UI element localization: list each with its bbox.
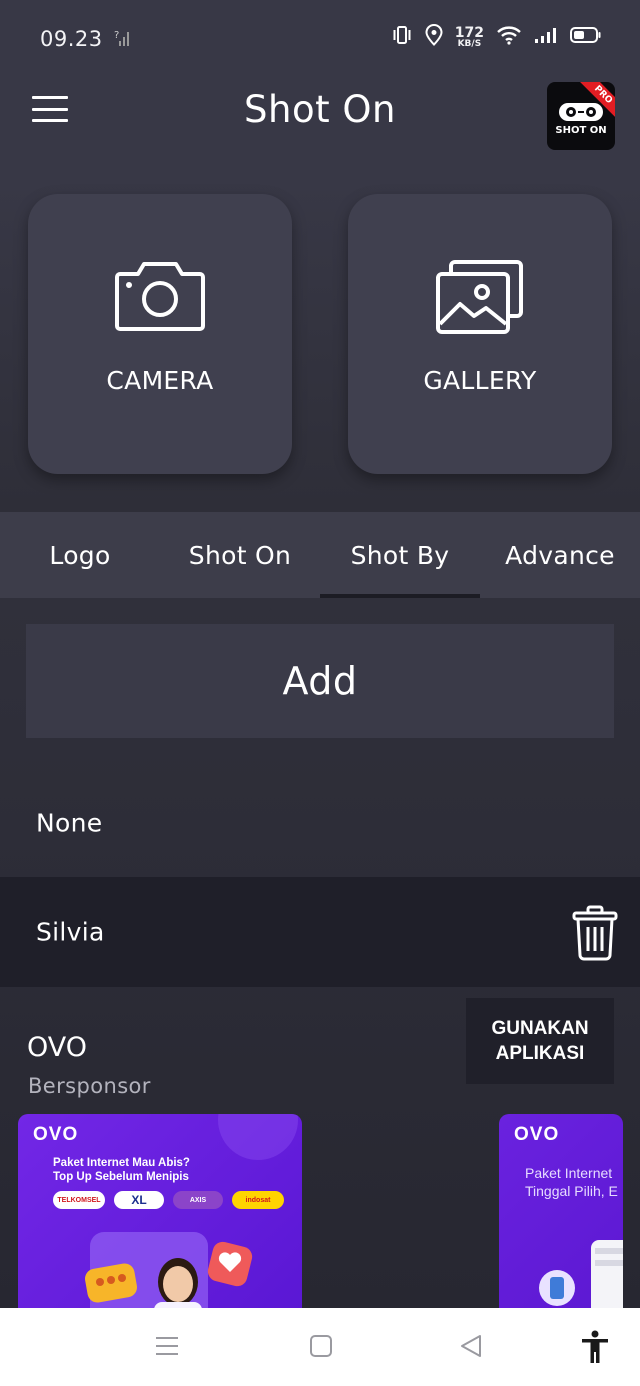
wifi-icon bbox=[496, 25, 522, 49]
ad-sponsored-label: Bersponsor bbox=[28, 1074, 151, 1098]
app-header: Shot On PRO SHOT ON bbox=[0, 78, 640, 178]
cta-line-2: APLIKASI bbox=[495, 1043, 585, 1064]
net-speed-value: 172 bbox=[454, 24, 484, 41]
ad-illustration bbox=[539, 1240, 623, 1314]
list-item[interactable]: Silvia bbox=[0, 877, 640, 987]
ad-card[interactable]: OVO Paket Internet Tinggal Pilih, E bbox=[499, 1114, 623, 1314]
list-item[interactable]: None bbox=[0, 768, 640, 878]
gallery-button[interactable]: GALLERY bbox=[348, 194, 612, 474]
recents-icon[interactable] bbox=[155, 1334, 179, 1362]
app-title: Shot On bbox=[244, 88, 396, 131]
net-speed: 172 KB/S bbox=[455, 26, 484, 49]
status-time: 09.23 bbox=[40, 27, 103, 51]
screen: 09.23 ? 172 KB/S Shot On PRO SHOT ON CAM… bbox=[0, 0, 640, 1386]
status-icons: 172 KB/S bbox=[391, 23, 602, 50]
home-icon[interactable] bbox=[309, 1334, 333, 1362]
sim-no-signal-icon: ? bbox=[114, 28, 132, 52]
gallery-label: GALLERY bbox=[423, 366, 537, 395]
shot-on-logo-icon bbox=[559, 103, 603, 121]
add-button[interactable]: Add bbox=[26, 624, 614, 738]
camera-button[interactable]: CAMERA bbox=[28, 194, 292, 474]
camera-label: CAMERA bbox=[106, 366, 214, 395]
list-item-label: Silvia bbox=[36, 917, 105, 947]
shot-by-panel: Add None Silvia OVO Bersponsor GUNAKAN A… bbox=[0, 598, 640, 1314]
cell-signal-icon bbox=[534, 26, 558, 48]
gallery-icon bbox=[348, 258, 612, 338]
camera-icon bbox=[28, 258, 292, 332]
battery-icon bbox=[570, 26, 602, 48]
tab-logo[interactable]: Logo bbox=[0, 512, 160, 598]
pro-badge-label: SHOT ON bbox=[555, 125, 607, 136]
tab-advance[interactable]: Advance bbox=[480, 512, 640, 598]
action-tiles: CAMERA GALLERY bbox=[0, 178, 640, 512]
install-app-button[interactable]: GUNAKAN APLIKASI bbox=[466, 998, 614, 1084]
trash-icon[interactable] bbox=[572, 905, 618, 965]
sponsored-ad: OVO Bersponsor GUNAKAN APLIKASI OVO Pake… bbox=[0, 988, 640, 1314]
net-speed-unit: KB/S bbox=[457, 38, 482, 49]
tab-bar: Logo Shot On Shot By Advance bbox=[0, 512, 640, 598]
accessibility-icon[interactable] bbox=[581, 1330, 609, 1368]
ad-advertiser[interactable]: OVO bbox=[27, 1032, 87, 1063]
status-bar: 09.23 ? 172 KB/S bbox=[0, 0, 640, 78]
back-icon[interactable] bbox=[459, 1334, 483, 1362]
system-nav-bar bbox=[0, 1308, 640, 1386]
tab-shot-on[interactable]: Shot On bbox=[160, 512, 320, 598]
cta-line-1: GUNAKAN bbox=[491, 1018, 589, 1039]
pro-badge-button[interactable]: PRO SHOT ON bbox=[547, 82, 615, 150]
svg-text:?: ? bbox=[114, 30, 119, 41]
vibrate-icon bbox=[391, 25, 413, 49]
tab-shot-by[interactable]: Shot By bbox=[320, 512, 480, 598]
ad-card[interactable]: OVO Paket Internet Mau Abis? Top Up Sebe… bbox=[18, 1114, 302, 1314]
location-icon bbox=[425, 23, 443, 50]
ad-illustration bbox=[85, 1114, 298, 1314]
list-item-label: None bbox=[36, 808, 103, 838]
